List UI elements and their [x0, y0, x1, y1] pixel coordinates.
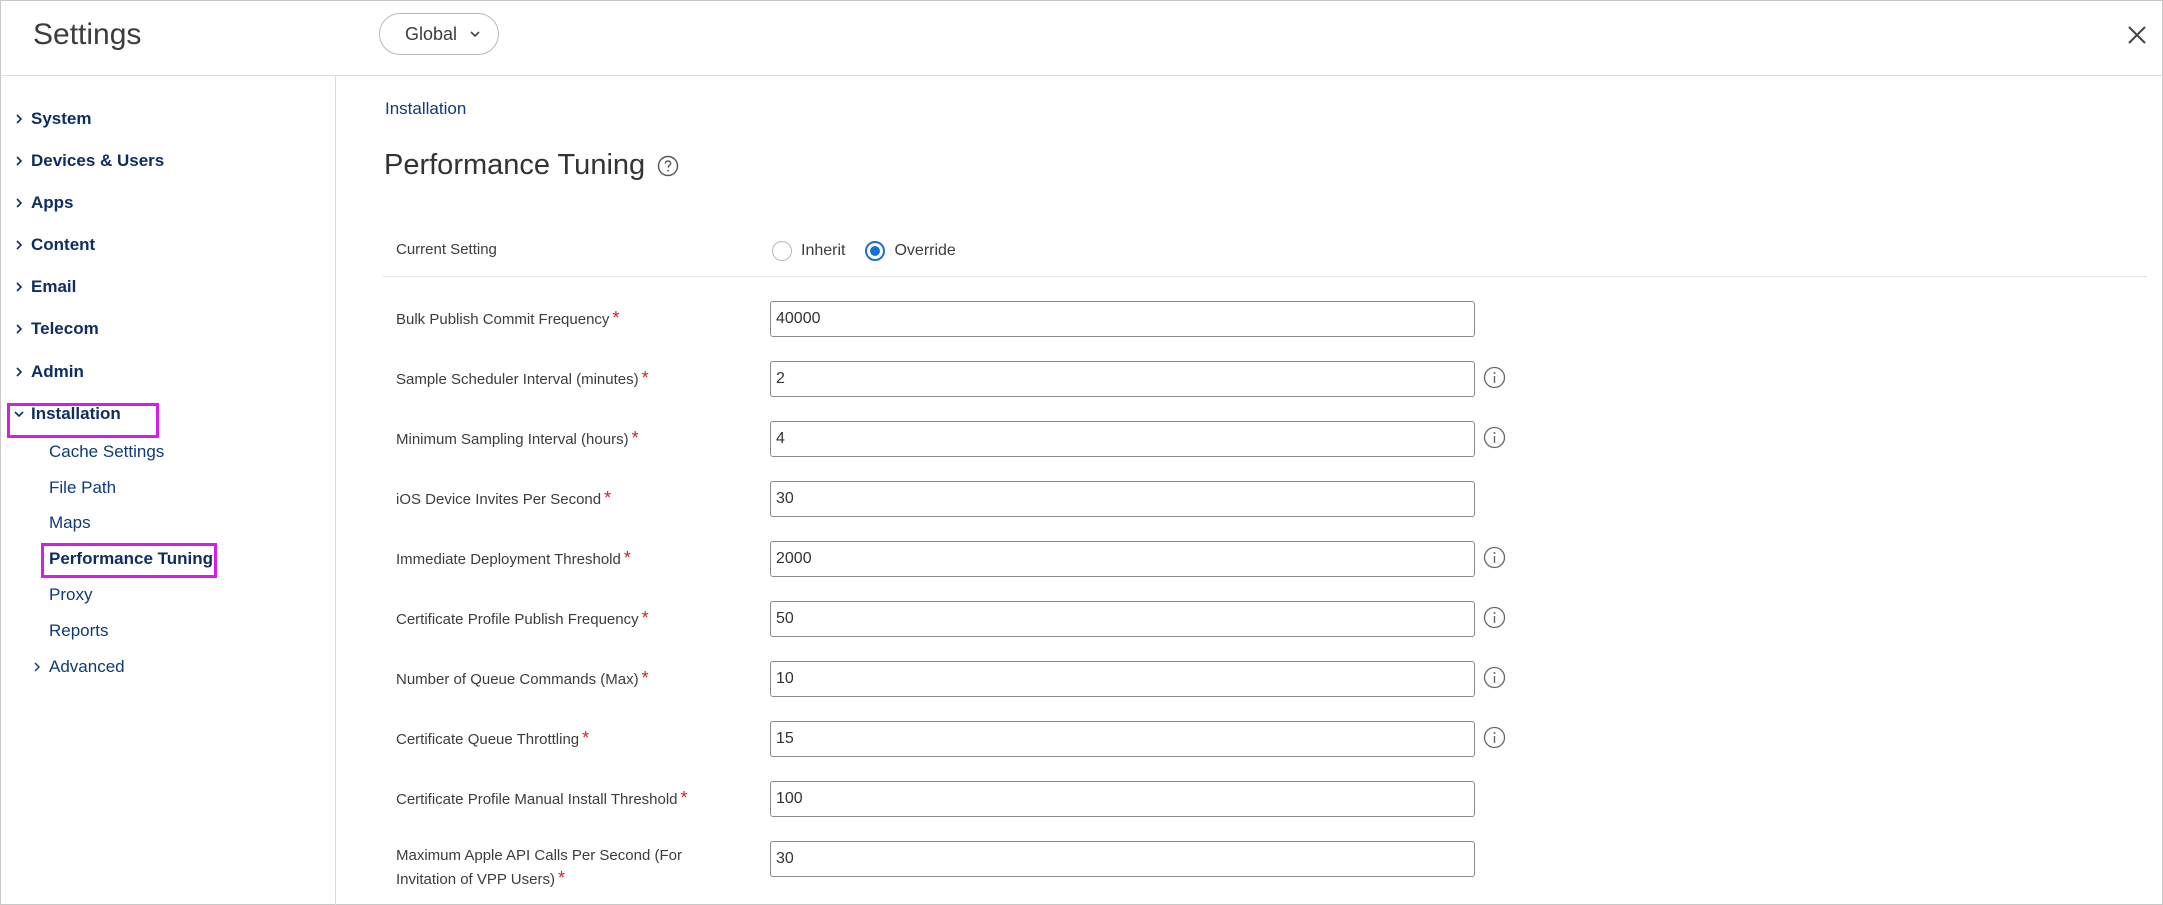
chevron-right-icon [16, 156, 23, 166]
required-asterisk: * [604, 488, 612, 508]
radio-override-label: Override [894, 242, 956, 259]
scope-select[interactable]: Global [379, 13, 499, 55]
field-label-text: Minimum Sampling Interval (hours) [396, 431, 629, 448]
field-label-queue-commands: Number of Queue Commands (Max) * [396, 667, 649, 691]
field-label-ios-invites: iOS Device Invites Per Second * [396, 487, 611, 511]
page-title: Performance Tuning [384, 149, 646, 181]
sample-scheduler-interval-input[interactable] [770, 361, 1475, 397]
ios-device-invites-input[interactable] [770, 481, 1475, 517]
field-label-cert-manual-install: Certificate Profile Manual Install Thres… [396, 787, 688, 811]
field-label-sample-scheduler: Sample Scheduler Interval (minutes) * [396, 367, 649, 391]
sidebar-subitem-maps[interactable]: Maps [49, 511, 91, 535]
field-label-text: iOS Device Invites Per Second [396, 491, 602, 508]
sidebar-subitem-cache-settings[interactable]: Cache Settings [49, 440, 164, 464]
chevron-right-icon [16, 282, 23, 292]
field-label-line2: Invitation of VPP Users) [396, 871, 555, 888]
close-icon[interactable] [2124, 22, 2150, 48]
field-label-cert-queue-throttling: Certificate Queue Throttling * [396, 727, 589, 751]
divider [383, 276, 2147, 277]
certificate-profile-manual-install-threshold-input[interactable] [770, 781, 1475, 817]
sidebar-item-label: Devices & Users [31, 151, 165, 170]
chevron-right-icon [16, 240, 23, 250]
chevron-right-icon [34, 662, 40, 672]
sidebar-item-label: Content [31, 235, 96, 254]
field-label-min-sampling: Minimum Sampling Interval (hours) * [396, 427, 639, 451]
field-label-text: Sample Scheduler Interval (minutes) [396, 371, 639, 388]
field-label-text: Certificate Queue Throttling [396, 731, 580, 748]
bulk-publish-commit-frequency-input[interactable] [770, 301, 1475, 337]
sidebar-subitem-label: Advanced [49, 657, 125, 676]
radio-inherit-label: Inherit [801, 242, 846, 259]
sidebar-subitem-file-path[interactable]: File Path [49, 476, 116, 500]
current-setting-label: Current Setting [396, 241, 497, 258]
info-circle-icon[interactable] [1483, 366, 1506, 389]
sidebar-subitem-advanced[interactable]: Advanced [30, 655, 125, 679]
info-circle-icon[interactable] [1483, 426, 1506, 449]
required-asterisk: * [623, 548, 631, 568]
field-label-line1: Maximum Apple API Calls Per Second (For [396, 847, 682, 864]
required-asterisk: * [641, 668, 649, 688]
app-title: Settings [33, 18, 142, 51]
field-label-apple-api-calls: Maximum Apple API Calls Per Second (For … [396, 845, 682, 891]
chevron-right-icon [16, 324, 23, 334]
chevron-right-icon [16, 198, 23, 208]
page-title-row: Performance Tuning [384, 149, 679, 182]
sidebar-item-devices-users[interactable]: Devices & Users [12, 148, 164, 174]
field-label-immediate-deployment: Immediate Deployment Threshold * [396, 547, 631, 571]
sidebar-subitem-proxy[interactable]: Proxy [49, 583, 92, 607]
highlight-installation [7, 403, 159, 438]
radio-override[interactable] [865, 241, 886, 261]
required-asterisk: * [680, 788, 688, 808]
minimum-sampling-interval-input[interactable] [770, 421, 1475, 457]
required-asterisk: * [557, 868, 565, 888]
field-label-bulk-publish: Bulk Publish Commit Frequency * [396, 307, 619, 331]
required-asterisk: * [641, 608, 649, 628]
certificate-profile-publish-frequency-input[interactable] [770, 601, 1475, 637]
sidebar-item-label: Apps [31, 193, 74, 212]
certificate-queue-throttling-input[interactable] [770, 721, 1475, 757]
sidebar-item-label: System [31, 109, 92, 128]
immediate-deployment-threshold-input[interactable] [770, 541, 1475, 577]
chevron-right-icon [16, 114, 23, 124]
field-label-text: Certificate Profile Manual Install Thres… [396, 791, 678, 808]
field-label-text: Immediate Deployment Threshold [396, 551, 621, 568]
sidebar-item-label: Telecom [31, 319, 99, 338]
sidebar-item-apps[interactable]: Apps [12, 190, 74, 216]
max-apple-api-calls-input[interactable] [770, 841, 1475, 877]
breadcrumb[interactable]: Installation [385, 99, 466, 119]
info-circle-icon[interactable] [1483, 666, 1506, 689]
sidebar-item-label: Admin [31, 362, 84, 381]
field-label-text: Bulk Publish Commit Frequency [396, 311, 610, 328]
scope-select-value: Global [405, 23, 458, 44]
question-circle-icon[interactable] [657, 155, 679, 177]
info-circle-icon[interactable] [1483, 726, 1506, 749]
info-circle-icon[interactable] [1483, 546, 1506, 569]
header: Settings Global [0, 0, 2163, 76]
main-content: Installation Performance Tuning Current … [337, 76, 2163, 905]
sidebar: System Devices & Users Apps Content Emai… [0, 76, 336, 905]
highlight-performance-tuning [41, 543, 217, 578]
required-asterisk: * [631, 428, 639, 448]
sidebar-item-email[interactable]: Email [12, 274, 76, 300]
chevron-down-icon [470, 31, 480, 38]
radio-inherit[interactable] [772, 241, 792, 261]
required-asterisk: * [641, 368, 649, 388]
field-label-text: Certificate Profile Publish Frequency [396, 611, 639, 628]
sidebar-item-telecom[interactable]: Telecom [12, 316, 99, 342]
field-label-text: Number of Queue Commands (Max) [396, 671, 639, 688]
info-circle-icon[interactable] [1483, 606, 1506, 629]
sidebar-item-system[interactable]: System [12, 106, 91, 132]
required-asterisk: * [612, 308, 620, 328]
chevron-right-icon [16, 367, 23, 377]
current-setting-radio-group: Inherit Override [772, 241, 976, 261]
sidebar-subitem-reports[interactable]: Reports [49, 619, 109, 643]
sidebar-item-admin[interactable]: Admin [12, 359, 84, 385]
number-of-queue-commands-input[interactable] [770, 661, 1475, 697]
sidebar-item-content[interactable]: Content [12, 232, 95, 258]
field-label-cert-profile-publish: Certificate Profile Publish Frequency * [396, 607, 649, 631]
required-asterisk: * [582, 728, 590, 748]
sidebar-item-label: Email [31, 277, 77, 296]
